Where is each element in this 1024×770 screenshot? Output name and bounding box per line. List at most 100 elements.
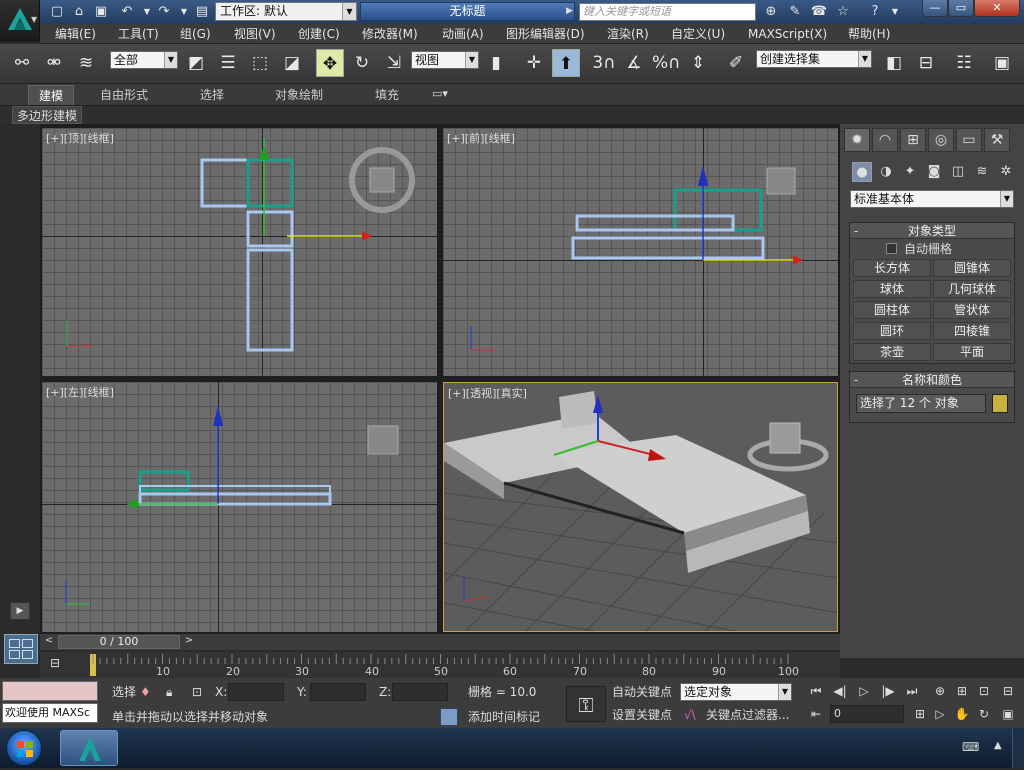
start-button[interactable] [6, 730, 42, 766]
graphite-toggle-icon[interactable]: ▣ [988, 49, 1016, 77]
menu-animation[interactable]: 动画(A) [442, 24, 484, 44]
manipulate-icon[interactable]: ✛ [520, 49, 548, 77]
sphere-button[interactable]: 球体 [853, 280, 931, 298]
maxscript-welcome[interactable]: 欢迎使用 MAXSc [2, 703, 98, 723]
maximize-button[interactable]: ▭ [948, 0, 974, 17]
menu-tools[interactable]: 工具(T) [118, 24, 159, 44]
close-button[interactable]: ✕ [974, 0, 1020, 17]
object-type-header[interactable]: - 对象类型 [850, 223, 1014, 239]
undo-icon[interactable]: ↶ [118, 3, 136, 20]
cameras-icon[interactable]: ◙ [924, 162, 944, 182]
torus-button[interactable]: 圆环 [853, 322, 931, 340]
help-icon[interactable]: ? [866, 3, 884, 20]
menu-views[interactable]: 视图(V) [234, 24, 276, 44]
redo-icon[interactable]: ↷ [155, 3, 173, 20]
x-coordinate-field[interactable] [228, 683, 284, 701]
save-file-icon[interactable]: ▣ [92, 3, 110, 20]
angle-snap-icon[interactable]: ∡ [620, 49, 648, 77]
select-and-rotate-icon[interactable]: ↻ [348, 49, 376, 77]
edit-named-selection-icon[interactable]: ✐ [722, 49, 750, 77]
named-selection-dropdown[interactable]: 创建选择集 ▼ [756, 50, 872, 68]
viewport-front[interactable]: [+][前][线框] [443, 128, 838, 376]
lights-icon[interactable]: ✦ [900, 162, 920, 182]
time-slider-thumb[interactable]: 0 / 100 [58, 635, 180, 649]
selection-lock-icon[interactable]: 🔒︎ [166, 683, 172, 701]
isolate-icon[interactable]: ♦ [140, 683, 151, 701]
spacewarps-icon[interactable]: ≋ [972, 162, 992, 182]
menu-group[interactable]: 组(G) [180, 24, 211, 44]
percent-snap-icon[interactable]: %∩ [652, 49, 681, 77]
menu-create[interactable]: 创建(C) [298, 24, 340, 44]
menu-graph-editors[interactable]: 图形编辑器(D) [506, 24, 585, 44]
set-key-icon[interactable]: ⚿ [566, 686, 606, 722]
autogrid-checkbox[interactable] [886, 243, 897, 254]
pan-hand-icon[interactable]: ✋ [952, 705, 972, 723]
favorites-star-icon[interactable]: ☆ [834, 3, 852, 20]
key-mode-toggle-icon[interactable]: ⇤ [806, 705, 826, 723]
zoom-icon[interactable]: ⊕ [930, 682, 950, 700]
key-search-icon[interactable]: ✎ [786, 3, 804, 20]
menu-edit[interactable]: 编辑(E) [55, 24, 96, 44]
object-name-field[interactable]: 选择了 12 个 对象 [856, 394, 986, 413]
binoculars-icon[interactable]: ⊕ [762, 3, 780, 20]
systems-icon[interactable]: ✲ [996, 162, 1016, 182]
show-desktop-button[interactable] [1012, 728, 1024, 768]
absolute-mode-icon[interactable]: ⊡ [192, 683, 202, 701]
app-menu-button[interactable]: ▼ [0, 0, 40, 42]
select-and-scale-icon[interactable]: ⇲ [380, 49, 408, 77]
viewport-left[interactable]: [+][左][线框] [42, 382, 437, 632]
viewport-top[interactable]: [+][顶][线框] [42, 128, 437, 376]
zoom-extents-all-icon[interactable]: ⊟ [998, 682, 1018, 700]
help-dropdown-icon[interactable]: ▼ [886, 3, 904, 20]
prev-frame-icon[interactable]: < [42, 635, 56, 649]
unlink-icon[interactable]: ⚮ [40, 49, 68, 77]
layer-manager-icon[interactable]: ☷ [950, 49, 978, 77]
track-bar[interactable]: ⊟ 10 20 30 40 50 60 70 80 90 100 [40, 652, 840, 678]
spinner-snap-icon[interactable]: ⇕ [684, 49, 712, 77]
menu-rendering[interactable]: 渲染(R) [607, 24, 649, 44]
redo-dropdown-icon[interactable]: ▼ [175, 3, 193, 20]
display-tab-icon[interactable]: ▭ [956, 128, 982, 152]
link-icon[interactable]: ⚯ [8, 49, 36, 77]
current-frame-field[interactable]: 0 [830, 705, 904, 723]
play-arrow-icon[interactable]: ▶ [566, 6, 573, 16]
helpers-icon[interactable]: ◫ [948, 162, 968, 182]
menu-modifiers[interactable]: 修改器(M) [362, 24, 418, 44]
zoom-all-icon[interactable]: ⊞ [952, 682, 972, 700]
menu-customize[interactable]: 自定义(U) [671, 24, 725, 44]
modify-tab-icon[interactable]: ◠ [872, 128, 898, 152]
tab-populate[interactable]: 填充 [365, 85, 409, 105]
viewport-perspective[interactable]: [+][透视][真实] [443, 382, 838, 632]
tab-selection[interactable]: 选择 [190, 85, 234, 105]
key-filters-button[interactable]: 关键点过滤器... [706, 706, 789, 724]
create-tab-icon[interactable]: ✹ [844, 128, 870, 152]
motion-tab-icon[interactable]: ◎ [928, 128, 954, 152]
hierarchy-tab-icon[interactable]: ⊞ [900, 128, 926, 152]
plane-button[interactable]: 平面 [933, 343, 1011, 361]
add-time-tag[interactable]: 添加时间标记 [468, 708, 540, 726]
cone-button[interactable]: 圆锥体 [933, 259, 1011, 277]
tab-modeling[interactable]: 建模 [28, 85, 75, 105]
shapes-icon[interactable]: ◑ [876, 162, 896, 182]
mini-curve-editor-icon[interactable]: ⊟ [50, 656, 72, 672]
keyboard-shortcut-override-icon[interactable]: ⬆ [552, 49, 580, 77]
search-input[interactable]: 键入关键字或短语 [579, 3, 756, 21]
auto-key-button[interactable]: 自动关键点 [612, 683, 672, 701]
set-key-button[interactable]: 设置关键点 [612, 706, 672, 724]
reference-coord-dropdown[interactable]: 视图 ▼ [411, 51, 479, 69]
ribbon-options-icon[interactable]: ▭▾ [432, 87, 448, 100]
undo-dropdown-icon[interactable]: ▼ [138, 3, 156, 20]
project-folder-icon[interactable]: ▤ [193, 3, 211, 20]
tab-object-paint[interactable]: 对象绘制 [265, 85, 333, 105]
align-icon[interactable]: ⊟ [912, 49, 940, 77]
menu-maxscript[interactable]: MAXScript(X) [748, 24, 827, 44]
window-crossing-icon[interactable]: ◪ [278, 49, 306, 77]
snap-toggle-icon[interactable]: 3∩ [590, 49, 618, 77]
rectangular-selection-icon[interactable]: ⬚ [246, 49, 274, 77]
geometry-icon[interactable]: ● [852, 162, 872, 182]
pivot-center-icon[interactable]: ▮ [482, 49, 510, 77]
select-by-name-icon[interactable]: ☰ [214, 49, 242, 77]
selection-filter-dropdown[interactable]: 全部 ▼ [110, 51, 178, 69]
bind-spacewarp-icon[interactable]: ≋ [72, 49, 100, 77]
object-color-swatch[interactable] [992, 394, 1008, 413]
